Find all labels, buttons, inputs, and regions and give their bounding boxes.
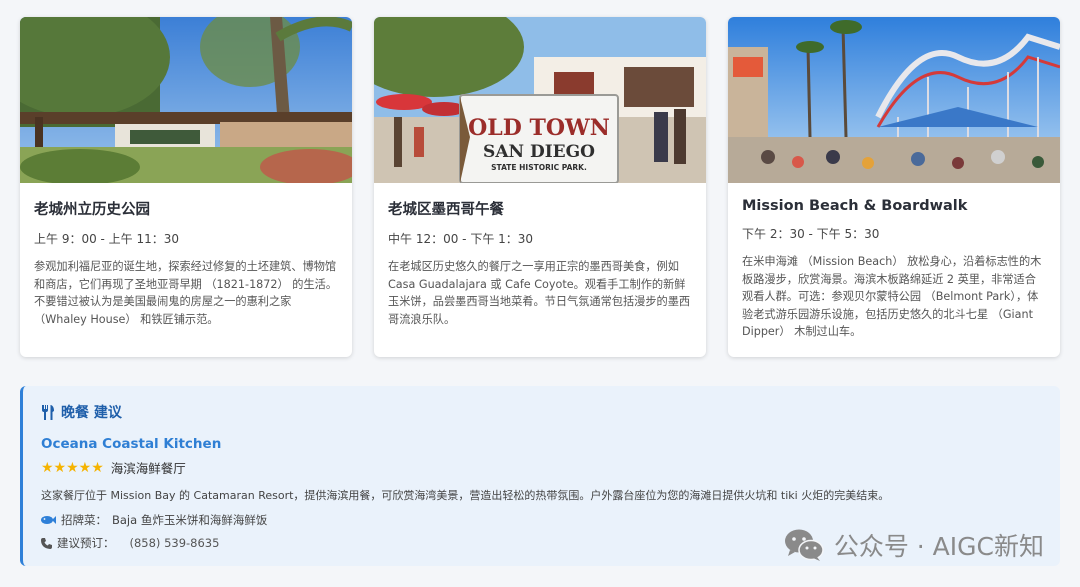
dinner-heading-text: 晚餐 建议: [61, 405, 122, 421]
card-time: 下午 2：30 - 下午 5：30: [742, 227, 880, 241]
star-rating: ★★★★★: [41, 459, 104, 476]
restaurant-description: 这家餐厅位于 Mission Bay 的 Catamaran Resort，提供…: [41, 489, 890, 502]
sign-san-diego: SAN DIEGO: [483, 142, 595, 162]
activity-card: Mission Beach & Boardwalk 下午 2：30 - 下午 5…: [728, 17, 1060, 357]
wechat-icon: [784, 529, 824, 561]
activity-card: 老城州立历史公园 上午 9：00 - 上午 11：30 参观加利福尼亚的诞生地，…: [20, 17, 352, 357]
watermark-text: 公众号 · AIGC新知: [833, 532, 1044, 561]
phone-number[interactable]: (858) 539-8635: [130, 536, 220, 550]
mission-beach-photo: [728, 17, 1060, 183]
card-description: 在米申海滩 （Mission Beach） 放松身心，沿着标志性的木板路漫步，欣…: [742, 255, 1042, 338]
old-town-park-photo: [20, 17, 352, 183]
card-title: Mission Beach & Boardwalk: [742, 198, 968, 214]
old-town-lunch-photo: OLD TOWN SAN DIEGO STATE HISTORIC PARK.: [374, 17, 706, 183]
cuisine-type: 海滨海鲜餐厅: [110, 461, 186, 476]
card-time: 上午 9：00 - 上午 11：30: [34, 232, 180, 246]
phone-label: 建议预订：: [57, 536, 115, 550]
restaurant-name: Oceana Coastal Kitchen: [41, 436, 222, 452]
fish-icon: [41, 516, 56, 524]
card-description: 参观加利福尼亚的诞生地，探索经过修复的土坯建筑、博物馆和商店，它们再现了圣地亚哥…: [34, 260, 338, 326]
signature-dish-label: 招牌菜：: [61, 513, 107, 527]
dinner-heading: 晚餐 建议: [41, 402, 1042, 422]
utensils-icon: [42, 404, 54, 420]
card-time: 中午 12：00 - 下午 1：30: [388, 232, 534, 246]
phone-icon: [41, 537, 52, 549]
itinerary-cards: 老城州立历史公园 上午 9：00 - 上午 11：30 参观加利福尼亚的诞生地，…: [20, 17, 1060, 357]
card-title: 老城州立历史公园: [34, 202, 150, 218]
signature-dish-row: 招牌菜： Baja 鱼炸玉米饼和海鲜海鲜饭: [41, 512, 1042, 528]
card-description: 在老城区历史悠久的餐厅之一享用正宗的墨西哥美食，例如 Casa Guadalaj…: [388, 260, 691, 326]
sign-old-town: OLD TOWN: [468, 115, 610, 141]
rating-row: ★★★★★ 海滨海鲜餐厅: [41, 458, 1042, 477]
signature-dish-value: Baja 鱼炸玉米饼和海鲜海鲜饭: [112, 513, 268, 527]
watermark: 公众号 · AIGC新知: [784, 527, 1044, 563]
sign-state-park: STATE HISTORIC PARK.: [491, 163, 587, 172]
card-title: 老城区墨西哥午餐: [388, 202, 504, 218]
activity-card: OLD TOWN SAN DIEGO STATE HISTORIC PARK. …: [374, 17, 706, 357]
